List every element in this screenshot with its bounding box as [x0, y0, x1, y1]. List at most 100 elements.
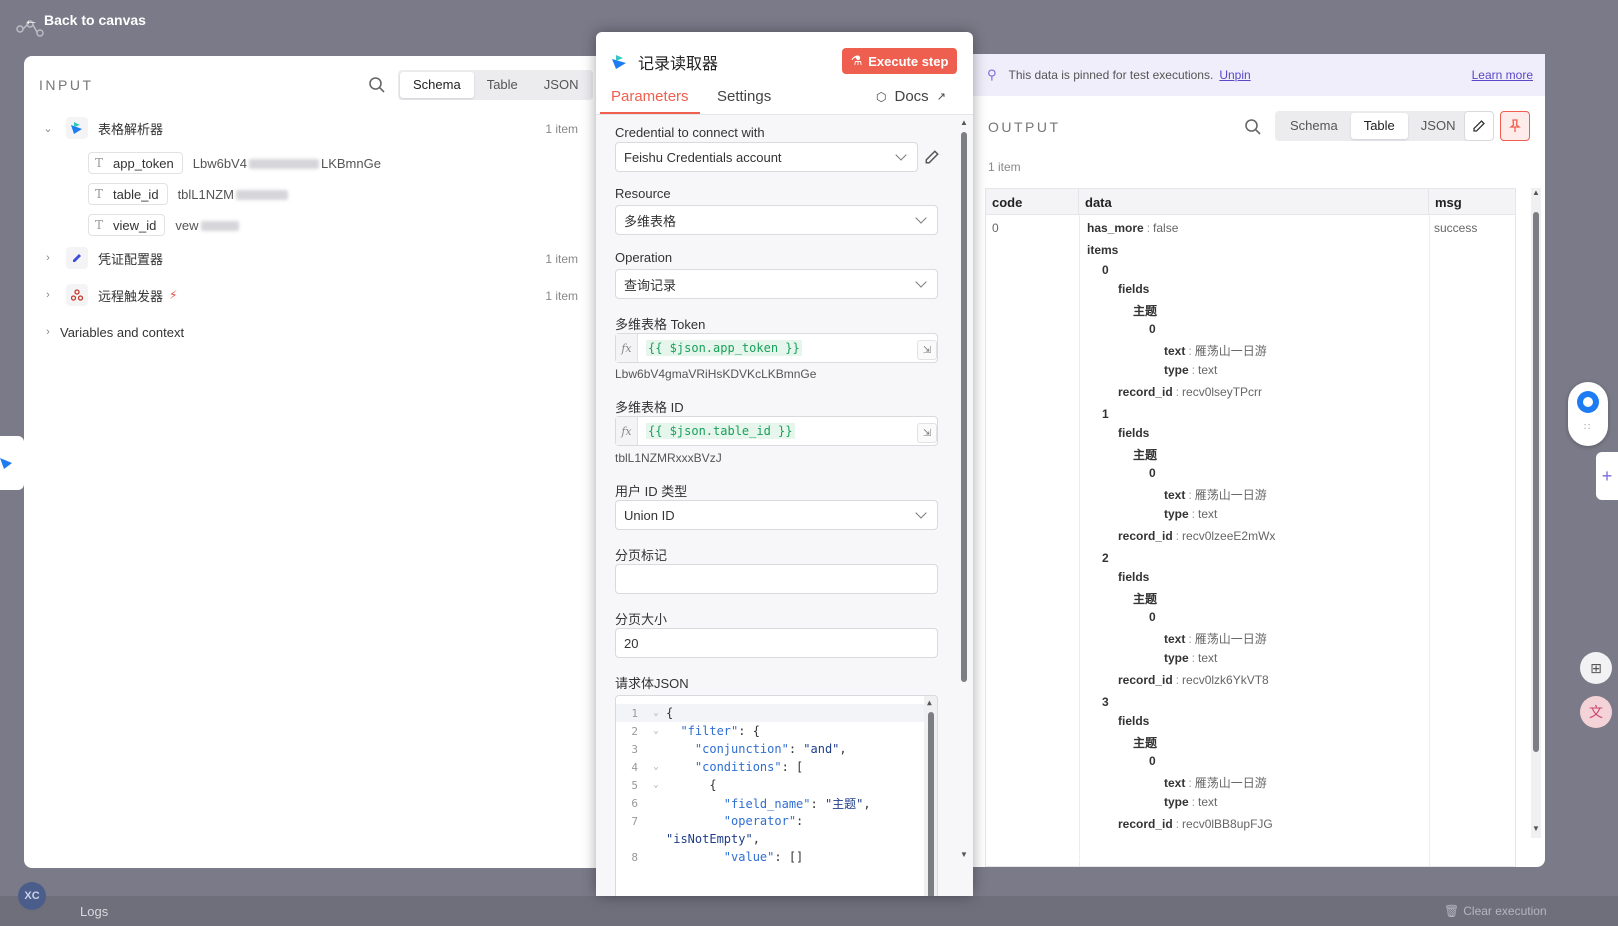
- docs-link[interactable]: ⬡ Docs ↗: [876, 88, 946, 105]
- page-size-label: 分页大小: [615, 612, 668, 627]
- token-preview: Lbw6bV4gmaVRiHsKDVKcLKBmnGe: [615, 367, 817, 381]
- subject-index: 0: [1149, 322, 1156, 336]
- page-token-input[interactable]: [615, 564, 938, 594]
- parameters-scroll-thumb[interactable]: [961, 132, 967, 682]
- node-name: 凭证配置器: [98, 251, 164, 267]
- chevron-down-icon[interactable]: ⌄: [42, 122, 54, 135]
- pin-data-button[interactable]: [1500, 111, 1530, 141]
- expand-editor-icon[interactable]: ⇲: [917, 423, 937, 443]
- tab-table[interactable]: Table: [1350, 113, 1408, 139]
- credential-select[interactable]: Feishu Credentials account: [615, 142, 918, 172]
- field-value: Lbw6bV4 LKBmnGe: [192, 155, 381, 171]
- page-size-input[interactable]: 20: [615, 628, 938, 658]
- tab-schema[interactable]: Schema: [400, 72, 474, 98]
- search-icon[interactable]: [1244, 118, 1262, 136]
- translate-icon[interactable]: 文: [1580, 696, 1612, 728]
- node-name: 表格解析器: [98, 121, 164, 137]
- trigger-bolt-icon: ⚡: [169, 288, 178, 302]
- item-count: 1 item: [545, 252, 578, 266]
- drag-grip-icon[interactable]: ∷: [1584, 422, 1590, 433]
- tab-json[interactable]: JSON: [1408, 113, 1469, 139]
- credential-value: Feishu Credentials account: [624, 149, 782, 165]
- pencil-node-icon: [66, 247, 88, 269]
- assistant-dock[interactable]: ∷: [1568, 382, 1608, 446]
- parameters-scrollbar[interactable]: ▲ ▼: [958, 116, 970, 896]
- input-panel: INPUT Schema Table JSON ⌄ 表格解析器 1 item T…: [24, 56, 614, 868]
- node-title[interactable]: 记录读取器: [638, 50, 718, 74]
- learn-more-link[interactable]: Learn more: [1472, 68, 1533, 82]
- code-line: 7 "operator":: [631, 814, 804, 828]
- node-row-credential-config[interactable]: › 凭证配置器: [42, 246, 163, 270]
- kv-record-id: record_id: recv0lzeeE2mWx: [1118, 529, 1276, 543]
- scroll-down-icon[interactable]: ▼: [1532, 824, 1540, 833]
- pinned-data-banner: ⚲ This data is pinned for test execution…: [973, 54, 1545, 96]
- tab-schema[interactable]: Schema: [1277, 113, 1351, 139]
- fx-icon: fx: [616, 334, 638, 362]
- record-index: 3: [1102, 695, 1109, 709]
- output-panel: ⚲ This data is pinned for test execution…: [973, 54, 1545, 867]
- tab-json[interactable]: JSON: [531, 72, 592, 98]
- field-row-app-token[interactable]: Tapp_token Lbw6bV4 LKBmnGe: [88, 151, 381, 175]
- apps-grid-icon[interactable]: ⊞: [1580, 652, 1612, 684]
- node-row-table-parser[interactable]: ⌄ 表格解析器: [42, 116, 163, 140]
- expand-editor-icon[interactable]: ⇲: [917, 340, 937, 360]
- chevron-right-icon[interactable]: ›: [42, 289, 54, 301]
- output-scrollbar[interactable]: ▲ ▼: [1531, 188, 1541, 838]
- back-to-canvas-link[interactable]: ← Back to canvas: [24, 12, 146, 28]
- user-id-type-select[interactable]: Union ID: [615, 500, 938, 530]
- scroll-up-icon[interactable]: ▲: [960, 118, 968, 127]
- scroll-up-icon[interactable]: ▲: [927, 698, 932, 707]
- node-row-remote-trigger[interactable]: › 远程触发器 ⚡: [42, 283, 177, 307]
- assistant-logo-icon: [1577, 391, 1599, 413]
- output-scroll-thumb[interactable]: [1533, 212, 1539, 752]
- column-header-msg: msg: [1429, 189, 1515, 215]
- fold-icon[interactable]: ⌄: [646, 780, 666, 790]
- tab-table[interactable]: Table: [474, 72, 531, 98]
- chevron-down-icon: [915, 507, 927, 519]
- edit-credential-icon[interactable]: [924, 149, 940, 165]
- add-node-handle[interactable]: +: [1596, 452, 1618, 500]
- text-type-icon: T: [95, 156, 104, 170]
- search-icon[interactable]: [368, 76, 386, 94]
- field-key-pill[interactable]: Tview_id: [88, 214, 166, 236]
- request-body-editor[interactable]: 1 ⌄{ 2 ⌄ "filter": { 3 "conjunction": "and…: [615, 695, 938, 896]
- execute-step-button[interactable]: ⚗ Execute step: [842, 48, 957, 74]
- editor-scrollbar[interactable]: ▲: [924, 696, 937, 896]
- chevron-right-icon[interactable]: ›: [42, 252, 54, 264]
- kv-fields: fields: [1118, 282, 1150, 296]
- chevron-right-icon[interactable]: ›: [42, 326, 54, 338]
- resource-select[interactable]: 多维表格: [615, 205, 938, 235]
- fold-icon[interactable]: ⌄: [646, 726, 666, 736]
- fold-icon[interactable]: ⌄: [646, 762, 666, 772]
- tab-parameters[interactable]: Parameters: [611, 88, 689, 105]
- tab-settings[interactable]: Settings: [717, 88, 771, 105]
- docs-label: Docs: [894, 88, 929, 105]
- clear-execution-button[interactable]: 🗑 Clear execution: [1444, 904, 1547, 918]
- table-id-expression-input[interactable]: fx {{ $json.table_id }} ⇲: [615, 416, 938, 446]
- table-id-preview: tblL1NZMRxxxBVzJ: [615, 451, 722, 465]
- edit-output-button[interactable]: [1464, 111, 1494, 141]
- canvas-node-peek[interactable]: [0, 436, 24, 490]
- logs-tab[interactable]: Logs: [80, 904, 108, 919]
- chevron-down-icon: [915, 276, 927, 288]
- webhook-node-icon: [66, 284, 88, 306]
- kv-type: type: text: [1164, 651, 1218, 665]
- avatar[interactable]: XC: [18, 882, 46, 910]
- token-expression-input[interactable]: fx {{ $json.app_token }} ⇲: [615, 333, 938, 363]
- external-link-icon: ↗: [936, 91, 946, 103]
- field-row-table-id[interactable]: Ttable_id tblL1NZM: [88, 182, 290, 206]
- editor-scroll-thumb[interactable]: [928, 712, 934, 896]
- field-key-pill[interactable]: Ttable_id: [88, 183, 168, 205]
- operation-select[interactable]: 查询记录: [615, 269, 938, 299]
- variables-context-row[interactable]: › Variables and context: [42, 320, 184, 344]
- field-key-pill[interactable]: Tapp_token: [88, 152, 183, 174]
- unpin-link[interactable]: Unpin: [1219, 68, 1250, 82]
- fold-icon[interactable]: ⌄: [646, 708, 666, 718]
- kv-subject: 主题: [1133, 592, 1158, 606]
- text-type-icon: T: [95, 218, 104, 232]
- field-row-view-id[interactable]: Tview_id vew: [88, 213, 241, 237]
- feedback-prompt[interactable]: ⚲ I wish this node would...: [988, 848, 1146, 864]
- scroll-up-icon[interactable]: ▲: [1532, 188, 1540, 197]
- scroll-down-icon[interactable]: ▼: [960, 850, 968, 859]
- pin-icon: [1509, 119, 1521, 132]
